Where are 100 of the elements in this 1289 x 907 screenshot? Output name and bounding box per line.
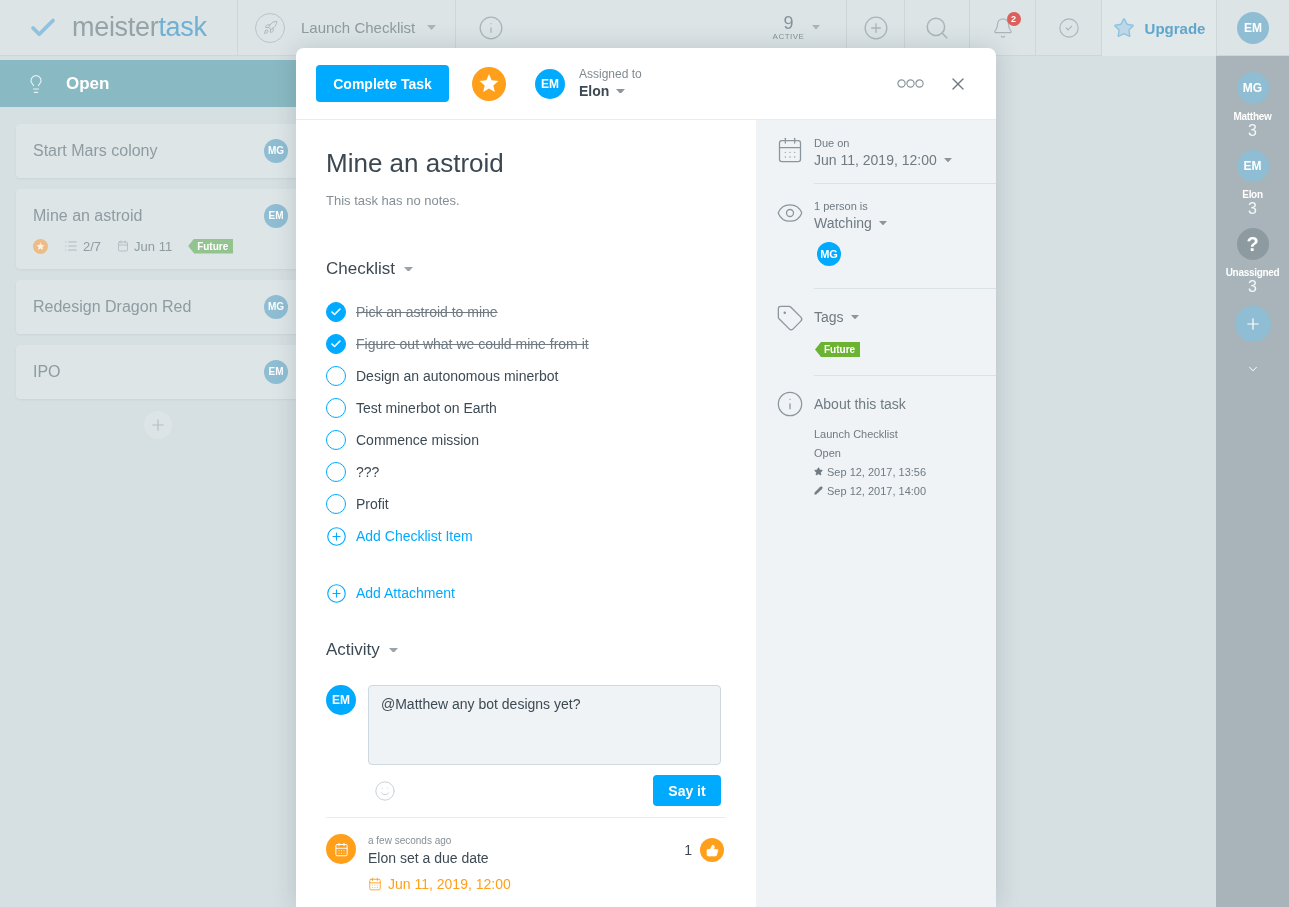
star-icon (814, 467, 823, 476)
notification-bell-icon[interactable] (991, 16, 1014, 39)
member-name: Unassigned (1225, 267, 1280, 279)
user-avatar: EM (264, 360, 288, 384)
info-icon[interactable] (478, 14, 504, 41)
card-title: IPO (33, 363, 61, 381)
calendar-icon (776, 136, 804, 164)
tags-heading[interactable]: Tags (814, 307, 844, 327)
user-avatar[interactable]: EM (1236, 150, 1269, 182)
notes-placeholder[interactable]: This task has no notes. (326, 192, 726, 210)
about-project: Launch Checklist (814, 427, 898, 440)
card-title: Mine an astroid (33, 207, 143, 225)
checklist-item-text[interactable]: Test minerbot on Earth (356, 400, 497, 416)
add-icon[interactable] (862, 14, 889, 41)
caret-icon[interactable] (427, 25, 437, 30)
about-heading: About this task (814, 395, 906, 414)
upgrade-button[interactable]: Upgrade (1102, 0, 1217, 56)
active-label: ACTIVE (772, 31, 805, 42)
user-avatar[interactable]: MG (1236, 72, 1269, 104)
due-label: Due on (814, 136, 850, 150)
active-count: 9 (783, 13, 794, 32)
complete-task-button[interactable]: Complete Task (316, 65, 449, 102)
checklist-item-text[interactable]: ??? (356, 464, 380, 480)
user-avatar: EM (535, 68, 565, 99)
watchers-label: 1 person is (814, 199, 868, 213)
caret-icon[interactable] (616, 88, 626, 94)
check-icon (330, 338, 342, 350)
assignee-name[interactable]: Elon (579, 82, 610, 100)
assigned-to-label: Assigned to (579, 67, 642, 82)
user-avatar: EM (326, 685, 356, 715)
plus-circle-icon (326, 582, 347, 604)
member-task-count: 3 (1248, 201, 1257, 217)
list-icon (64, 239, 78, 253)
activity-time: a few seconds ago (368, 834, 452, 847)
project-name[interactable]: Launch Checklist (301, 19, 416, 36)
checklist-checkbox[interactable] (326, 494, 346, 514)
calendar-icon (117, 240, 130, 252)
tag-label: Future (188, 238, 234, 254)
activity-text: Elon set a due date (368, 849, 489, 868)
more-icon[interactable] (897, 79, 924, 88)
user-avatar: MG (264, 139, 288, 163)
caret-icon[interactable] (878, 220, 887, 226)
task-title[interactable]: Mine an astroid (326, 148, 726, 178)
star-icon (1112, 17, 1135, 39)
user-avatar[interactable]: ? (1236, 228, 1269, 260)
checklist-checkbox[interactable] (326, 462, 346, 482)
caret-icon[interactable] (403, 266, 413, 272)
activity-date: Jun 11, 2019, 12:00 (388, 875, 511, 894)
checklist-item-text[interactable]: Figure out what we could mine from it (356, 336, 589, 352)
plus-icon (149, 416, 167, 434)
member-task-count: 3 (1248, 123, 1257, 139)
add-card-button[interactable] (144, 411, 172, 439)
caret-icon[interactable] (388, 647, 398, 653)
caret-icon[interactable] (812, 25, 821, 30)
info-icon (776, 390, 804, 418)
plus-circle-icon (326, 525, 347, 547)
check-icon (330, 306, 342, 318)
member-name: Elon (1242, 189, 1263, 201)
watching-value[interactable]: Watching (814, 213, 872, 233)
comment-field[interactable]: @Matthew any bot designs yet? (368, 685, 721, 765)
card-title: Redesign Dragon Red (33, 298, 192, 316)
about-section: Open (814, 446, 841, 459)
checklist-checkbox[interactable] (326, 334, 346, 354)
checklist-item-text[interactable]: Commence mission (356, 432, 479, 448)
user-avatar[interactable]: EM (1237, 11, 1269, 44)
created-date: Sep 12, 2017, 13:56 (827, 465, 927, 478)
user-avatar: MG (264, 295, 288, 319)
checklist-checkbox[interactable] (326, 430, 346, 450)
tag-icon (776, 304, 804, 332)
edited-date: Sep 12, 2017, 14:00 (827, 484, 927, 497)
due-date: Jun 11 (134, 238, 173, 254)
check-circle-icon[interactable] (1057, 16, 1080, 39)
user-avatar: EM (264, 204, 288, 228)
emoji-icon[interactable] (374, 779, 396, 802)
thumbs-up-icon[interactable] (700, 838, 724, 862)
calendar-icon (326, 834, 356, 864)
checklist-checkbox[interactable] (326, 302, 346, 322)
checklist-item-text[interactable]: Design an autonomous minerbot (356, 368, 559, 384)
checklist-item-text[interactable]: Pick an astroid to mine (356, 304, 498, 320)
checklist-checkbox[interactable] (326, 398, 346, 418)
say-it-button[interactable]: Say it (653, 775, 721, 806)
add-checklist-item-link[interactable]: Add Checklist Item (326, 520, 473, 552)
member-task-count: 3 (1248, 279, 1257, 295)
checklist-checkbox[interactable] (326, 366, 346, 386)
logo-wordmark: meistertask (72, 12, 207, 43)
calendar-icon (368, 877, 382, 891)
add-attachment-link[interactable]: Add Attachment (326, 577, 455, 609)
notification-badge: 2 (1006, 11, 1021, 26)
column-title: Open (66, 73, 110, 94)
checklist-item-text[interactable]: Profit (356, 496, 389, 512)
section-heading: Activity (326, 640, 380, 660)
section-heading: Checklist (326, 259, 395, 279)
due-date-value[interactable]: Jun 11, 2019, 12:00 (814, 150, 937, 170)
caret-icon[interactable] (850, 314, 859, 320)
add-member-button[interactable] (1234, 306, 1271, 342)
caret-icon[interactable] (943, 157, 952, 163)
card-title: Start Mars colony (33, 142, 158, 160)
tag-label: Future (815, 342, 861, 357)
checklist-count: 2/7 (83, 238, 102, 254)
pencil-icon (814, 486, 823, 495)
